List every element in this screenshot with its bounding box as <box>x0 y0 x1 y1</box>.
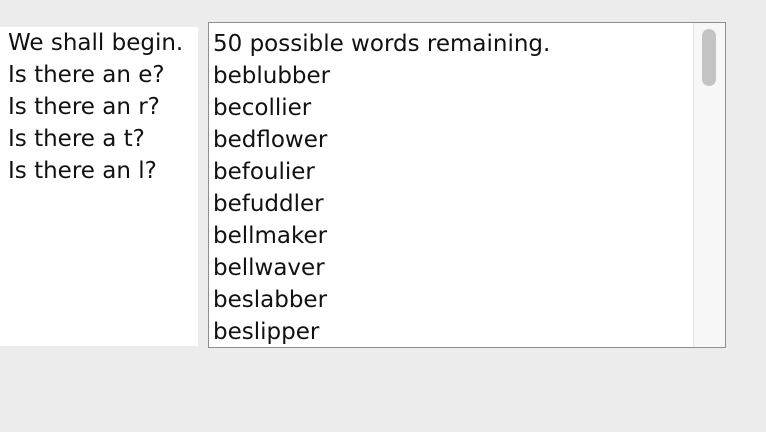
hangman-window: We shall begin. Is there an e? Is there … <box>0 0 766 432</box>
word-item[interactable]: becollier <box>213 92 311 124</box>
question-log-panel: We shall begin. Is there an e? Is there … <box>0 27 198 346</box>
word-item[interactable]: befuddler <box>213 188 324 220</box>
question-line: Is there an e? <box>8 62 165 88</box>
remaining-count-line: 50 possible words remaining. <box>213 31 551 57</box>
possible-words-list[interactable]: 50 possible words remaining. beblubber b… <box>208 22 726 348</box>
question-line: We shall begin. <box>8 30 184 56</box>
word-item[interactable]: befoulier <box>213 156 315 188</box>
question-line: Is there an r? <box>8 94 160 120</box>
word-item[interactable]: beslabber <box>213 284 327 316</box>
scrollbar-thumb[interactable] <box>702 29 716 86</box>
word-item[interactable]: beslipper <box>213 316 319 347</box>
word-item[interactable]: bellwaver <box>213 252 325 284</box>
word-item[interactable]: bellmaker <box>213 220 327 252</box>
question-line: Is there a t? <box>8 126 145 152</box>
question-line: Is there an l? <box>8 158 157 184</box>
word-item[interactable]: beblubber <box>213 60 330 92</box>
vertical-scrollbar[interactable] <box>693 23 725 347</box>
word-item[interactable]: bedflower <box>213 124 327 156</box>
